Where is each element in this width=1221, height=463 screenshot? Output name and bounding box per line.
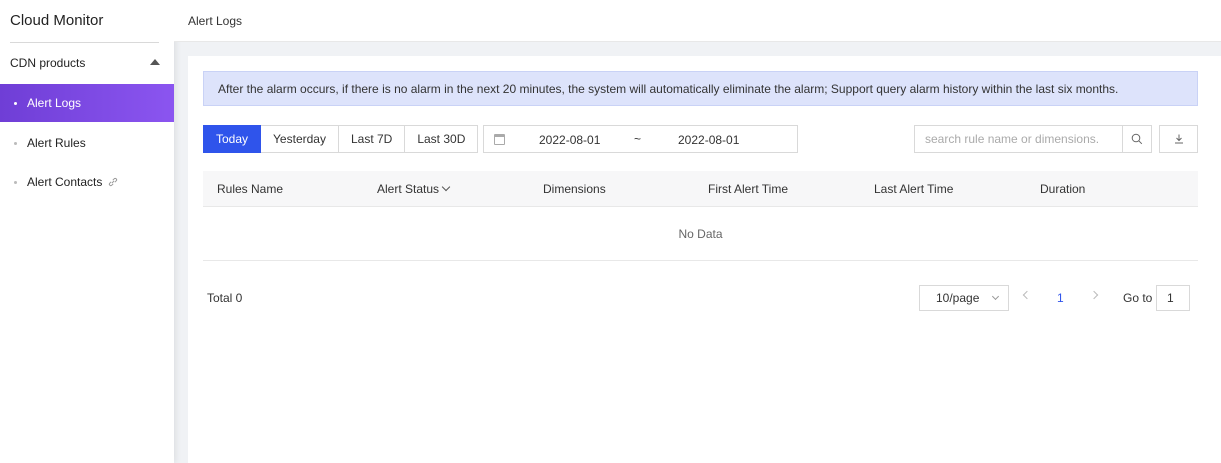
- sidebar-item-alert-rules[interactable]: Alert Rules: [0, 124, 174, 162]
- total-count: Total 0: [207, 291, 243, 305]
- search-input[interactable]: [915, 126, 1123, 152]
- sidebar-item-label: Alert Logs: [27, 96, 82, 110]
- bullet-icon: [14, 102, 17, 105]
- info-notice: After the alarm occurs, if there is no a…: [203, 71, 1198, 106]
- column-dimensions: Dimensions: [543, 182, 606, 196]
- notice-text: After the alarm occurs, if there is no a…: [218, 81, 1119, 96]
- column-alert-status[interactable]: Alert Status: [377, 182, 451, 196]
- column-first-alert-time: First Alert Time: [708, 182, 789, 196]
- caret-up-icon: [150, 59, 160, 65]
- sidebar: Cloud Monitor CDN products Alert Logs Al…: [0, 0, 174, 463]
- range-last-30d-button[interactable]: Last 30D: [405, 125, 479, 153]
- calendar-icon: [494, 134, 505, 145]
- page-number-current[interactable]: 1: [1057, 291, 1064, 305]
- main-card: After the alarm occurs, if there is no a…: [188, 56, 1221, 463]
- download-icon: [1174, 134, 1183, 144]
- sidebar-divider: [10, 42, 159, 43]
- sidebar-section-label: CDN products: [10, 56, 86, 70]
- alert-logs-table: Rules Name Alert Status Dimensions First…: [203, 171, 1198, 261]
- range-last-7d-button[interactable]: Last 7D: [338, 125, 406, 153]
- empty-text: No Data: [678, 226, 723, 241]
- sidebar-item-label: Alert Rules: [27, 136, 86, 150]
- chevron-down-icon: [991, 292, 1000, 301]
- next-page-button[interactable]: [1089, 290, 1099, 300]
- date-end[interactable]: 2022-08-01: [678, 133, 739, 147]
- bullet-icon: [14, 181, 17, 184]
- page-size-select[interactable]: 10/page: [919, 285, 1009, 311]
- search-box: [914, 125, 1152, 153]
- goto-page-input[interactable]: [1156, 285, 1190, 311]
- search-button[interactable]: [1122, 126, 1151, 152]
- sidebar-item-alert-logs[interactable]: Alert Logs: [0, 84, 174, 122]
- search-icon: [1131, 133, 1143, 145]
- page-size-value: 10/page: [936, 291, 980, 305]
- date-start[interactable]: 2022-08-01: [539, 133, 600, 147]
- prev-page-button[interactable]: [1022, 290, 1032, 300]
- date-separator: ~: [634, 132, 642, 146]
- range-today-button[interactable]: Today: [203, 125, 262, 153]
- app-title: Cloud Monitor: [10, 12, 104, 29]
- table-header: Rules Name Alert Status Dimensions First…: [203, 171, 1198, 207]
- column-last-alert-time: Last Alert Time: [874, 182, 954, 196]
- date-range-picker[interactable]: 2022-08-01 ~ 2022-08-01: [483, 125, 798, 153]
- column-rules-name: Rules Name: [217, 182, 284, 196]
- sidebar-item-alert-contacts[interactable]: Alert Contacts: [0, 163, 174, 201]
- sidebar-section-cdn-products[interactable]: CDN products: [0, 48, 174, 78]
- external-link-icon: [109, 177, 118, 187]
- bullet-icon: [14, 142, 17, 145]
- page-header: Alert Logs: [174, 0, 1221, 42]
- goto-label: Go to: [1123, 291, 1153, 305]
- chevron-down-icon: [441, 182, 451, 192]
- column-alert-status-label: Alert Status: [377, 182, 440, 196]
- table-empty-state: No Data: [203, 207, 1198, 261]
- time-range-group: Today Yesterday Last 7D Last 30D: [203, 125, 479, 153]
- range-yesterday-button[interactable]: Yesterday: [261, 125, 339, 153]
- download-button[interactable]: [1159, 125, 1198, 153]
- column-duration: Duration: [1040, 182, 1086, 196]
- page-title: Alert Logs: [188, 14, 243, 28]
- sidebar-item-label: Alert Contacts: [27, 175, 103, 189]
